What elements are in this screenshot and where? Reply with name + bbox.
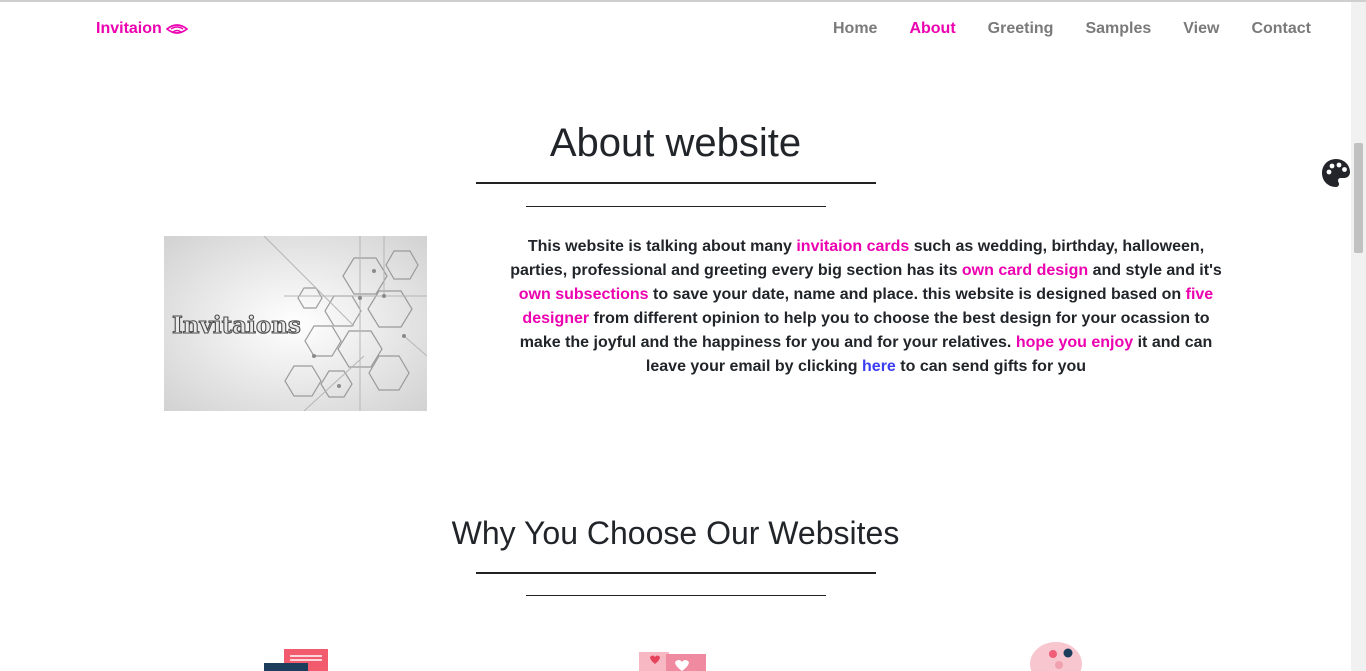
about-title-rule-long — [476, 182, 876, 184]
page-scrollbar[interactable] — [1351, 2, 1366, 671]
nav-greeting[interactable]: Greeting — [988, 20, 1054, 38]
brand-name: Invitaion — [96, 20, 162, 37]
heart-card-icon — [636, 648, 716, 671]
main-nav: Home About Greeting Samples View Contact — [801, 20, 1311, 38]
nav-about[interactable]: About — [909, 20, 955, 38]
image-caption: Invitaions — [172, 312, 301, 339]
scrollbar-thumb[interactable] — [1354, 143, 1363, 253]
about-title-rule-short — [526, 206, 826, 207]
eye-wave-icon — [165, 24, 188, 34]
nav-contact[interactable]: Contact — [1251, 20, 1311, 38]
invitations-banner-image: Invitaions — [164, 236, 427, 411]
about-title: About website — [549, 121, 802, 165]
why-title-rule-long — [476, 572, 876, 574]
about-description: This website is talking about many invit… — [506, 235, 1226, 379]
why-title: Why You Choose Our Websites — [451, 515, 900, 551]
nav-home[interactable]: Home — [833, 20, 877, 38]
about-text-part: and style and it's — [1088, 262, 1222, 279]
nav-samples[interactable]: Samples — [1085, 20, 1151, 38]
highlight-own-card-design: own card design — [961, 262, 1089, 279]
nav-view[interactable]: View — [1183, 20, 1219, 38]
about-text-part: to can send gifts for you — [895, 358, 1087, 375]
navbar: Invitaion Home About Greeting Samples Vi… — [0, 2, 1351, 58]
palette-art-icon — [1020, 640, 1100, 671]
why-title-rule-short — [526, 595, 826, 596]
highlight-invitation-cards: invitaion cards — [796, 238, 910, 255]
envelope-card-icon — [262, 646, 342, 671]
about-text-part: to save your date, name and place. this … — [648, 286, 1186, 303]
highlight-hope-you-enjoy: hope you enjoy — [1015, 334, 1134, 351]
about-text-part: This website is talking about many — [527, 238, 797, 255]
brand-logo[interactable]: Invitaion — [96, 20, 188, 38]
email-here-link[interactable]: here — [862, 358, 896, 375]
highlight-own-subsections: own subsections — [518, 286, 649, 303]
